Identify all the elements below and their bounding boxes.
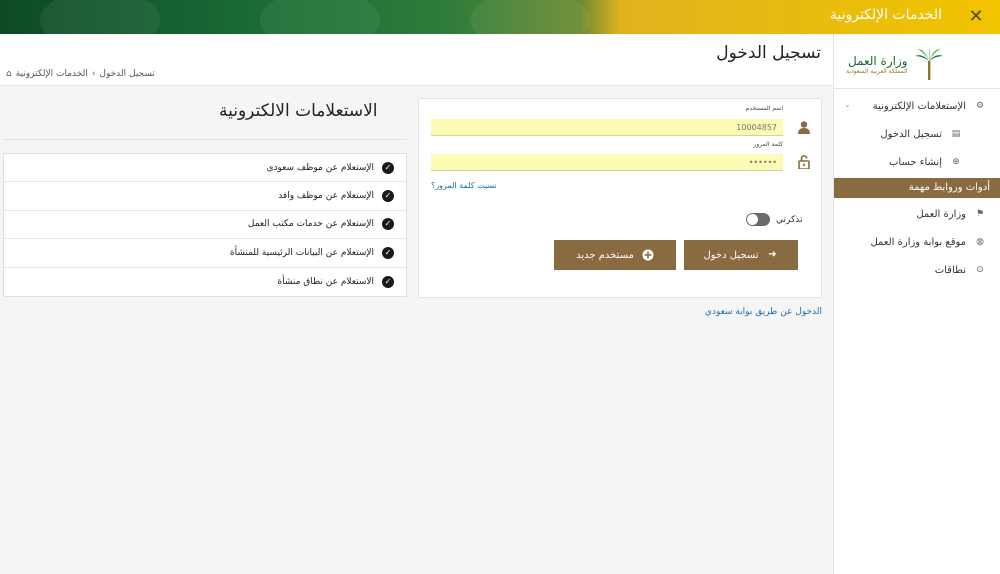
page-title: تسجيل الدخول bbox=[716, 43, 821, 63]
sidebar-item-label: تسجيل الدخول bbox=[880, 128, 942, 140]
divider bbox=[3, 139, 407, 140]
sidebar-item-label: الإستعلامات الإلكترونية bbox=[872, 100, 966, 112]
nitaqat-icon: ⊙ bbox=[976, 265, 984, 275]
remember-me-label: تذكرني bbox=[776, 214, 803, 225]
globe-icon: ◍ bbox=[976, 237, 984, 247]
password-input[interactable] bbox=[431, 154, 783, 171]
password-label: كلمة المرور bbox=[753, 141, 783, 148]
sidebar-item-create-account[interactable]: ⊕ إنشاء حساب bbox=[834, 148, 1000, 176]
close-icon[interactable]: ✕ bbox=[964, 5, 988, 29]
toggle-knob bbox=[747, 214, 758, 225]
sidebar-item-login[interactable]: ▤ تسجيل الدخول bbox=[834, 120, 1000, 148]
login-icon: ▤ bbox=[951, 129, 961, 139]
main-header: تسجيل الدخول تسجيل الدخول › الخدمات الإل… bbox=[0, 34, 833, 86]
inquiry-label: الإستعلام عن البيانات الرئيسية للمنشأة bbox=[229, 247, 374, 258]
inquiry-item[interactable]: ✓ الإستعلام عن البيانات الرئيسية للمنشأة bbox=[4, 239, 406, 268]
banner-title: الخدمات الإلكترونية bbox=[829, 7, 942, 23]
banner-decoration bbox=[260, 0, 380, 34]
breadcrumb-home-link[interactable]: الخدمات الإلكترونية bbox=[16, 69, 88, 79]
user-icon bbox=[797, 120, 811, 134]
inquiry-item[interactable]: ✓ الاستعلام عن نطاق منشأة bbox=[4, 268, 406, 296]
inquiry-label: الإستعلام عن موظف سعودي bbox=[266, 162, 374, 173]
breadcrumb-current: تسجيل الدخول bbox=[99, 69, 155, 79]
sidebar-link-nitaqat[interactable]: ⊙ نطاقات bbox=[834, 256, 1000, 284]
sidebar-link-label: وزارة العمل bbox=[916, 208, 966, 220]
ministry-logo[interactable]: وزارة العمل المملكة العربية السعودية bbox=[846, 44, 986, 84]
forgot-password-link[interactable]: نسيت كلمة المرور؟ bbox=[431, 181, 497, 190]
username-label: اسم المستخدم bbox=[745, 105, 783, 112]
inquiries-title: الاستعلامات الالكترونية bbox=[219, 101, 378, 121]
new-user-button[interactable]: مستخدم جديد bbox=[554, 240, 676, 270]
inquiry-item[interactable]: ✓ الإستعلام عن خدمات مكتب العمل bbox=[4, 211, 406, 240]
palm-logo-icon bbox=[914, 47, 944, 81]
sidebar-link-label: موقع بوابة وزارة العمل bbox=[870, 236, 966, 248]
remember-me: تذكرني bbox=[746, 213, 803, 226]
chevron-down-icon[interactable]: ⌄ bbox=[844, 100, 851, 109]
inquiry-label: الإستعلام عن خدمات مكتب العمل bbox=[247, 219, 374, 230]
inquiry-label: الإستعلام عن موظف وافد bbox=[278, 191, 374, 202]
check-circle-icon: ✓ bbox=[382, 161, 394, 174]
sidebar-item-label: إنشاء حساب bbox=[889, 156, 942, 168]
username-input[interactable] bbox=[431, 119, 783, 136]
sidebar-link-label: نطاقات bbox=[934, 264, 966, 276]
remember-me-toggle[interactable] bbox=[746, 213, 770, 226]
plus-circle-icon bbox=[642, 249, 654, 261]
check-circle-icon: ✓ bbox=[382, 246, 394, 259]
banner-decoration bbox=[40, 0, 160, 34]
sidebar-link-portal[interactable]: ◍ موقع بوابة وزارة العمل bbox=[834, 228, 1000, 256]
ministry-icon: ⚑ bbox=[975, 209, 985, 219]
sidebar: وزارة العمل المملكة العربية السعودية ⚙ ا… bbox=[833, 34, 1000, 574]
top-banner: الخدمات الإلكترونية ✕ bbox=[0, 0, 1000, 34]
inquiry-item[interactable]: ✓ الإستعلام عن موظف وافد bbox=[4, 182, 406, 211]
settings-icon: ⚙ bbox=[975, 101, 985, 111]
breadcrumb-separator: › bbox=[91, 69, 96, 79]
new-user-button-label: مستخدم جديد bbox=[576, 249, 634, 261]
sidebar-nav: ⚙ الإستعلامات الإلكترونية ⌄ ▤ تسجيل الدخ… bbox=[834, 88, 1000, 284]
login-button[interactable]: ➜ تسجيل دخول bbox=[684, 240, 798, 270]
login-button-label: تسجيل دخول bbox=[703, 249, 759, 261]
inquiries-list: ✓ الإستعلام عن موظف سعودي ✓ الإستعلام عن… bbox=[3, 153, 407, 297]
banner-decoration bbox=[470, 0, 590, 34]
login-card: اسم المستخدم كلمة المرور نسيت كلمة المرو… bbox=[418, 98, 822, 298]
logo-name: وزارة العمل bbox=[847, 53, 908, 68]
breadcrumb: تسجيل الدخول › الخدمات الإلكترونية ⌂ bbox=[6, 69, 155, 79]
sidebar-item-inquiries[interactable]: ⚙ الإستعلامات الإلكترونية ⌄ bbox=[834, 92, 1000, 120]
sign-in-icon: ➜ bbox=[768, 249, 777, 260]
check-circle-icon: ✓ bbox=[382, 190, 394, 203]
section-important-links: أدوات وروابط مهمة bbox=[834, 178, 1000, 198]
home-icon[interactable]: ⌂ bbox=[6, 69, 12, 79]
check-circle-icon: ✓ bbox=[382, 275, 394, 288]
create-account-icon: ⊕ bbox=[952, 157, 960, 167]
inquiry-label: الاستعلام عن نطاق منشأة bbox=[277, 276, 374, 287]
sidebar-link-ministry[interactable]: ⚑ وزارة العمل bbox=[834, 200, 1000, 228]
saudi-portal-login-link[interactable]: الدخول عن طريق بوابة سعودي bbox=[705, 307, 822, 317]
unlock-icon bbox=[797, 155, 811, 170]
inquiry-item[interactable]: ✓ الإستعلام عن موظف سعودي bbox=[4, 154, 406, 183]
check-circle-icon: ✓ bbox=[382, 218, 394, 231]
logo-subtitle: المملكة العربية السعودية bbox=[846, 67, 908, 75]
